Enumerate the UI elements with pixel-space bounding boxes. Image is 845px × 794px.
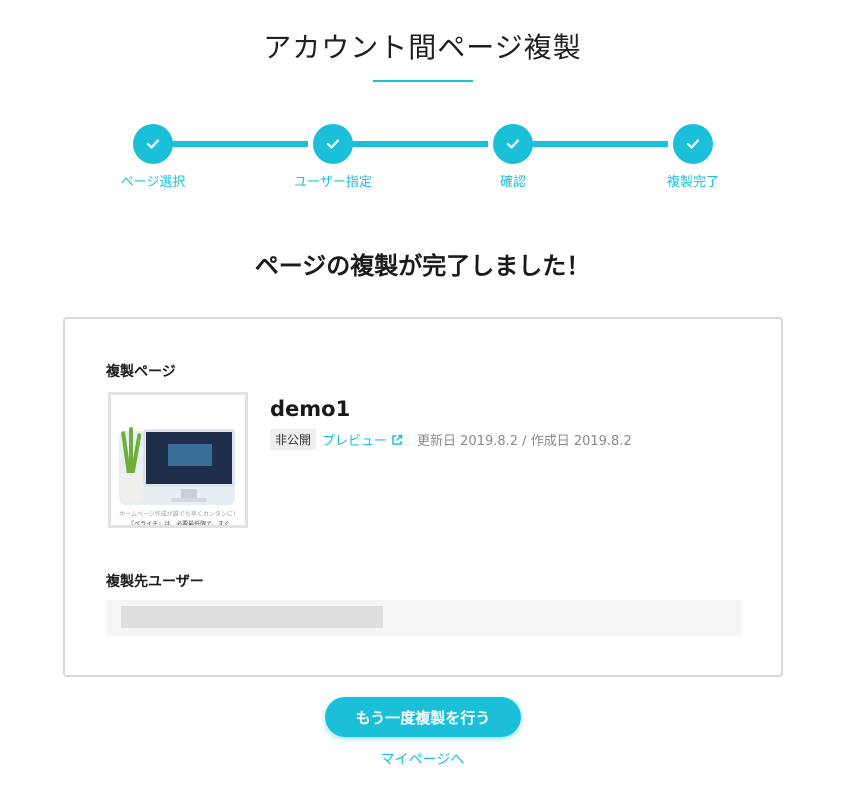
copy-again-button[interactable]: もう一度複製を行う [325, 697, 521, 737]
page-meta: 非公開 プレビュー 更新日 2019.8.2 / 作成日 2019.8.2 [270, 429, 632, 450]
step-confirm: 確認 [453, 124, 573, 190]
completion-heading: ページの複製が完了しました！ [254, 252, 591, 280]
step-label: 複製完了 [666, 175, 719, 190]
step-check-circle [673, 124, 713, 164]
mypage-link[interactable]: マイページへ [0, 749, 845, 769]
thumbnail-monitor-base [171, 498, 207, 502]
check-icon [507, 139, 519, 149]
external-link-icon [391, 434, 403, 446]
preview-link-label: プレビュー [322, 434, 388, 449]
target-user-field [106, 600, 742, 636]
step-complete: 複製完了 [633, 124, 753, 190]
step-label: ページ選択 [120, 175, 186, 190]
check-icon [147, 139, 159, 149]
step-check-circle [133, 124, 173, 164]
status-badge: 非公開 [270, 429, 317, 450]
check-icon [687, 139, 699, 149]
step-label: ユーザー指定 [294, 175, 372, 190]
page-dates: 更新日 2019.8.2 / 作成日 2019.8.2 [417, 434, 632, 449]
title-underline [373, 80, 473, 82]
thumbnail-monitor [143, 429, 235, 487]
progress-stepper: ページ選択 ユーザー指定 確認 複製完了 [0, 124, 845, 194]
step-label: 確認 [499, 175, 526, 190]
copied-page-label: 複製ページ [106, 364, 176, 380]
check-icon [327, 139, 339, 149]
thumbnail-caption: ホームページ作成が誰でも早くカンタンに！ [119, 511, 239, 518]
preview-link[interactable]: プレビュー [322, 430, 403, 449]
target-user-value [121, 606, 383, 628]
result-card: 複製ページ ホームページ作成が誰でも早くカンタンに！ 『ペライチ』は、必要最低限… [63, 317, 783, 677]
page-thumbnail[interactable]: ホームページ作成が誰でも早くカンタンに！ 『ペライチ』は、必要最低限で、すぐ [108, 392, 248, 528]
page-title: アカウント間ページ複製 [263, 31, 582, 64]
target-user-label: 複製先ユーザー [106, 574, 204, 590]
thumbnail-caption: 『ペライチ』は、必要最低限で、すぐ [128, 521, 230, 528]
step-page-select: ページ選択 [93, 124, 213, 190]
page-name: demo1 [270, 397, 351, 421]
step-check-circle [313, 124, 353, 164]
step-user-select: ユーザー指定 [273, 124, 393, 190]
thumbnail-monitor-content [168, 444, 212, 466]
thumbnail-plant-pot [121, 473, 141, 501]
step-check-circle [493, 124, 533, 164]
